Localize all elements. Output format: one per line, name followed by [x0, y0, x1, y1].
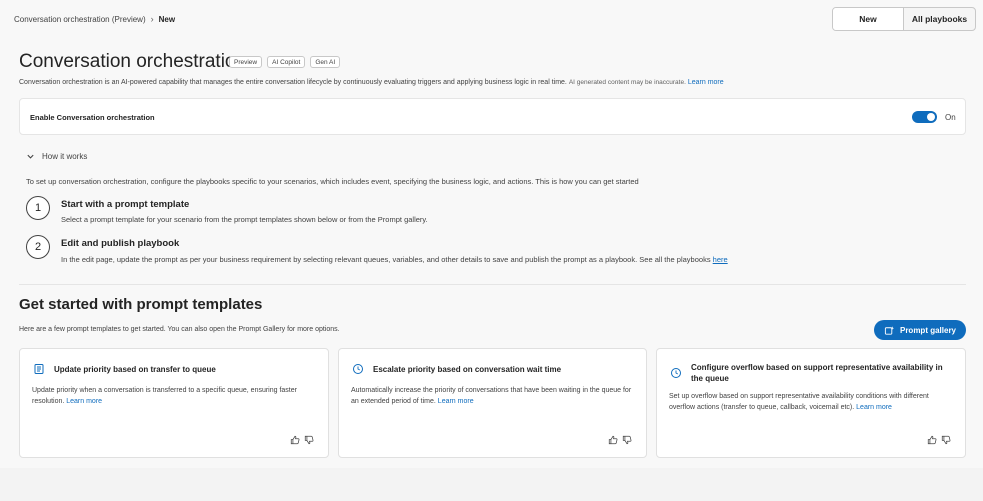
template-card-title: Update priority based on transfer to que… [54, 365, 216, 374]
breadcrumb: Conversation orchestration (Preview) › N… [14, 14, 175, 24]
document-icon [34, 364, 44, 374]
toggle-state-label: On [945, 113, 956, 122]
page: Conversation orchestration (Preview) › N… [0, 0, 983, 468]
new-button[interactable]: New [833, 8, 904, 30]
templates-title: Get started with prompt templates [19, 296, 263, 313]
prompt-gallery-label: Prompt gallery [899, 325, 956, 335]
feedback-buttons [927, 435, 951, 445]
clock-icon [671, 368, 681, 378]
thumbs-down-icon[interactable] [941, 435, 951, 445]
template-card-learn-more[interactable]: Learn more [856, 404, 892, 411]
tag-preview: Preview [229, 56, 263, 68]
breadcrumb-current: New [158, 14, 176, 24]
all-playbooks-button[interactable]: All playbooks [904, 8, 975, 30]
thumbs-up-icon[interactable] [608, 435, 618, 445]
enable-toggle[interactable] [912, 111, 937, 123]
step-1-desc: Select a prompt template for your scenar… [61, 215, 428, 224]
enable-label: Enable Conversation orchestration [30, 113, 155, 122]
template-card-title: Configure overflow based on support repr… [691, 363, 943, 383]
prompt-gallery-button[interactable]: Prompt gallery [874, 320, 966, 340]
page-title: Conversation orchestration [19, 51, 247, 72]
step-2-number: 2 [26, 235, 50, 259]
feedback-buttons [290, 435, 314, 445]
template-card-desc-wrap: Set up overflow based on support represe… [669, 392, 954, 413]
clock-icon [353, 364, 363, 374]
tag-list: Preview AI Copilot Gen AI [229, 56, 341, 68]
chevron-right-icon: › [150, 14, 154, 24]
enable-card: Enable Conversation orchestration On [19, 98, 966, 135]
chevron-down-icon [27, 154, 34, 159]
template-card-1[interactable]: Update priority based on transfer to que… [19, 348, 329, 458]
template-card-learn-more[interactable]: Learn more [66, 398, 102, 405]
toggle-knob [927, 113, 935, 121]
step-2-desc-wrap: In the edit page, update the prompt as p… [61, 255, 728, 264]
step-1-number: 1 [26, 196, 50, 220]
learn-more-link[interactable]: Learn more [688, 79, 724, 86]
template-card-2[interactable]: Escalate priority based on conversation … [338, 348, 647, 458]
template-card-3[interactable]: Configure overflow based on support repr… [656, 348, 966, 458]
template-card-desc-wrap: Automatically increase the priority of c… [351, 386, 636, 407]
thumbs-down-icon[interactable] [304, 435, 314, 445]
how-it-works-label: How it works [42, 152, 88, 161]
breadcrumb-parent[interactable]: Conversation orchestration (Preview) [14, 15, 146, 24]
section-divider [19, 284, 966, 285]
playbooks-here-link[interactable]: here [713, 255, 728, 264]
view-switcher: New All playbooks [832, 7, 976, 31]
tag-gen-ai: Gen AI [310, 56, 341, 68]
how-it-works-toggle[interactable]: How it works [26, 152, 87, 161]
setup-intro: To set up conversation orchestration, co… [26, 177, 639, 186]
step-2-title: Edit and publish playbook [61, 238, 180, 249]
description-text: Conversation orchestration is an AI-powe… [19, 79, 567, 86]
template-card-desc: Automatically increase the priority of c… [351, 387, 632, 405]
feedback-buttons [608, 435, 632, 445]
page-description: Conversation orchestration is an AI-powe… [19, 79, 724, 86]
thumbs-up-icon[interactable] [290, 435, 300, 445]
gallery-icon [884, 325, 895, 335]
templates-desc: Here are a few prompt templates to get s… [19, 326, 340, 333]
template-card-learn-more[interactable]: Learn more [438, 398, 474, 405]
ai-disclaimer: AI generated content may be inaccurate. [568, 79, 686, 86]
thumbs-up-icon[interactable] [927, 435, 937, 445]
thumbs-down-icon[interactable] [622, 435, 632, 445]
template-card-title: Escalate priority based on conversation … [373, 365, 562, 374]
step-2-desc: In the edit page, update the prompt as p… [61, 255, 711, 264]
template-card-desc-wrap: Update priority when a conversation is t… [32, 386, 317, 407]
step-1-title: Start with a prompt template [61, 199, 190, 210]
tag-ai-copilot: AI Copilot [267, 56, 306, 68]
